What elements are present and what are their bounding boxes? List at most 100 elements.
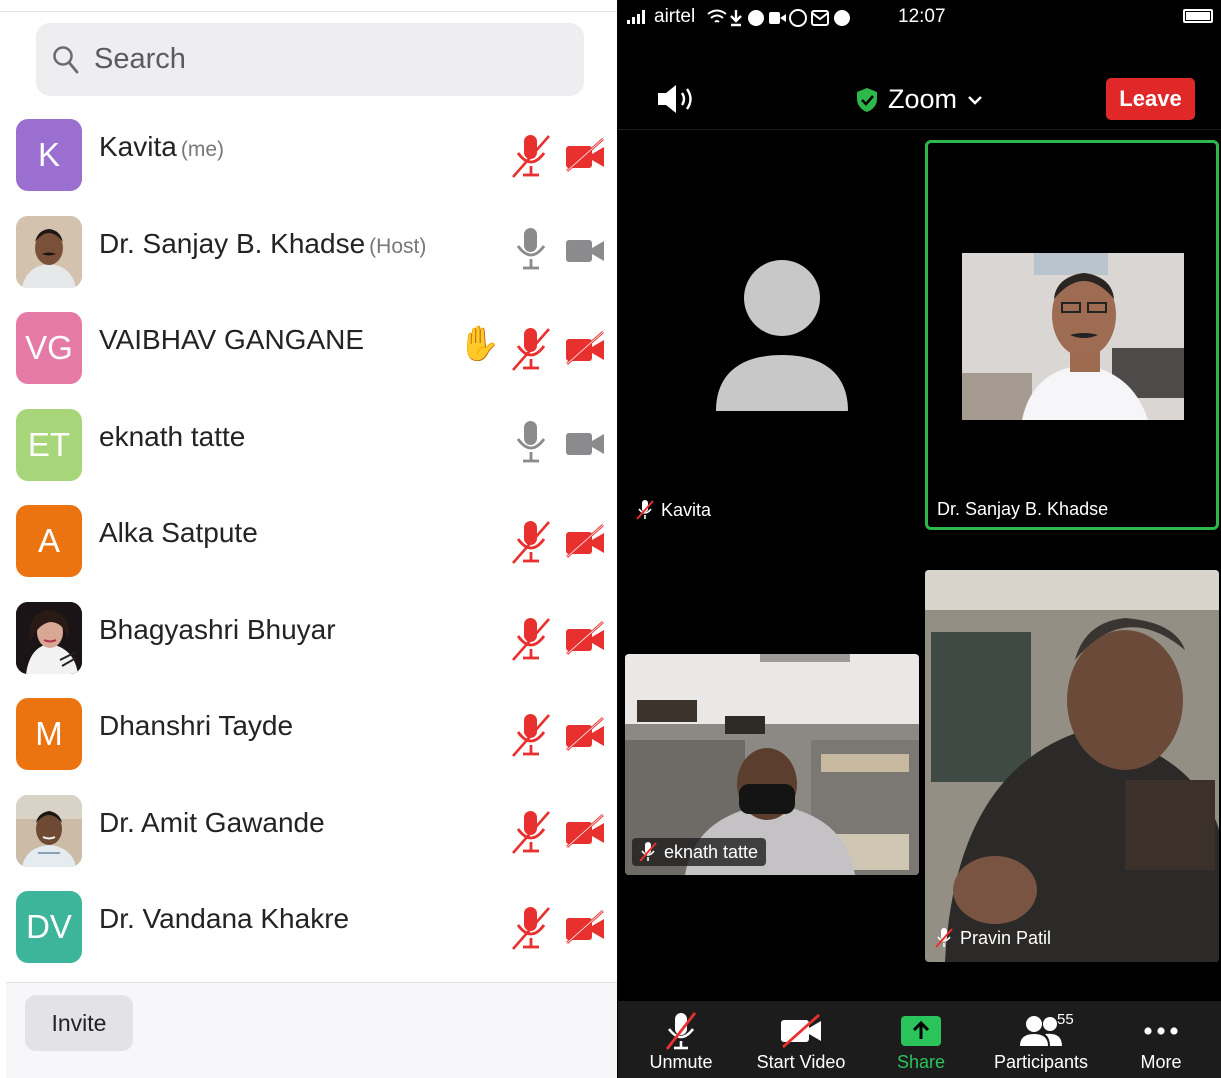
participant-name-text: Dr. Amit Gawande [99,807,325,838]
mic-muted-icon [512,714,550,757]
clock: 12:07 [898,6,946,27]
tile-name-label: Dr. Sanjay B. Khadse [937,499,1109,519]
participant-video-status[interactable] [565,430,605,463]
participant-video [925,570,1219,962]
participant-video-status[interactable] [565,237,605,270]
mic-muted-icon [512,328,550,371]
participant-row[interactable]: M Dhanshri Tayde [0,686,617,782]
participant-mic-status[interactable] [510,809,552,860]
participant-mic-status[interactable] [510,226,552,277]
shield-check-icon [857,87,877,112]
participant-video-status[interactable] [565,524,605,563]
notification-icons [707,9,850,27]
participant-row[interactable]: K Kavita (me) [0,107,617,203]
participant-name: Dr. Sanjay B. Khadse (Host) [99,228,426,260]
search-placeholder: Search [94,43,186,75]
avatar-initials: A [37,522,60,559]
speaker-icon[interactable] [656,82,698,116]
app-title: Zoom [888,84,958,114]
tile-name-label: eknath tatte [632,838,767,866]
mic-muted-icon [935,928,953,948]
search-input[interactable]: Search [36,23,584,96]
participant-mic-status[interactable] [510,419,552,470]
participant-mic-status[interactable] [510,905,552,956]
participant-mic-status[interactable] [510,133,552,184]
bottom-bar: Invite [6,982,617,1078]
participant-row[interactable]: Dr. Sanjay B. Khadse (Host) [0,204,617,300]
video-tile-pravin[interactable]: Pravin Patil [925,570,1219,962]
avatar: M [16,698,82,770]
participant-mic-status[interactable] [510,712,552,763]
participant-name: Dhanshri Tayde [99,710,293,742]
participant-mic-status[interactable] [510,519,552,570]
avatar: K [16,119,82,191]
participant-row[interactable]: Bhagyashri Bhuyar [0,590,617,686]
role-tag: (me) [180,138,224,161]
video-tile-kavita[interactable]: Kavita [628,141,920,529]
participant-name: eknath tatte [99,421,245,453]
unmute-button[interactable]: Unmute [621,1001,741,1078]
share-screen-icon [901,1016,941,1046]
participant-video-status[interactable] [565,621,605,660]
meeting-title[interactable]: Zoom [856,84,983,115]
participant-video-status[interactable] [565,138,605,177]
mic-muted-icon [512,811,550,854]
chevron-down-icon [968,95,982,105]
participant-name-text: eknath tatte [99,421,246,452]
avatar-initials: DV [26,908,72,945]
participant-name-text: Dr. Vandana Khakre [99,903,350,934]
role-tag: (Host) [369,235,427,258]
share-button[interactable]: Share [861,1001,981,1078]
participant-name-text: Kavita [99,131,177,162]
participant-row[interactable]: Dr. Amit Gawande [0,783,617,879]
avatar [16,795,82,867]
avatar-initials: VG [25,329,73,366]
more-button[interactable]: More [1101,1001,1221,1078]
avatar: A [16,505,82,577]
participant-name-text: VAIBHAV GANGANE [99,324,365,355]
participant-video-status[interactable] [565,331,605,370]
participants-button[interactable]: 55 Participants [981,1001,1101,1078]
participant-video-status[interactable] [565,814,605,853]
participant-video-status[interactable] [565,910,605,949]
avatar [16,216,82,288]
participant-mic-status[interactable] [510,326,552,377]
participant-video-status[interactable] [565,717,605,756]
video-tile-eknath[interactable]: eknath tatte [625,654,919,875]
search-icon [53,46,79,74]
meeting-view: airtel 12:07 Zoom Leave Kavita Dr. Sanja… [618,0,1221,1078]
camera-off-icon [566,621,604,655]
mic-muted-icon [636,500,654,520]
mic-icon [516,228,546,270]
participant-name: Alka Satpute [99,517,258,549]
invite-button[interactable]: Invite [25,995,133,1051]
participant-row[interactable]: DV Dr. Vandana Khakre [0,879,617,975]
camera-off-icon [566,814,604,848]
camera-off-icon [566,717,604,751]
video-tile-active-speaker[interactable]: Dr. Sanjay B. Khadse [925,140,1219,530]
status-bar: airtel 12:07 [618,0,1221,34]
start-video-button[interactable]: Start Video [741,1001,861,1078]
carrier-name: airtel [654,6,696,27]
participant-name: VAIBHAV GANGANE [99,324,364,356]
avatar: DV [16,891,82,963]
participant-name: Bhagyashri Bhuyar [99,614,336,646]
participant-name-text: Alka Satpute [99,517,258,548]
participant-row[interactable]: A Alka Satpute [0,493,617,589]
mic-icon [516,421,546,463]
avatar: VG [16,312,82,384]
participant-name-text: Dr. Sanjay B. Khadse [99,228,366,259]
avatar-initials: M [35,715,63,752]
more-dots-icon [1144,1027,1178,1035]
camera-off-icon [566,331,604,365]
divider [0,11,617,12]
participant-row[interactable]: ET eknath tatte [0,397,617,493]
leave-button[interactable]: Leave [1106,78,1195,120]
battery-icon [1183,9,1213,23]
meeting-header: Zoom Leave [618,64,1221,130]
participants-panel: Search K Kavita (me) Dr. Sanjay B. Khadse (H… [0,0,617,1078]
video-off-icon [781,1014,821,1048]
participant-mic-status[interactable] [510,616,552,667]
participant-video [962,253,1184,420]
participant-row[interactable]: VG VAIBHAV GANGANE ✋ [0,300,617,396]
